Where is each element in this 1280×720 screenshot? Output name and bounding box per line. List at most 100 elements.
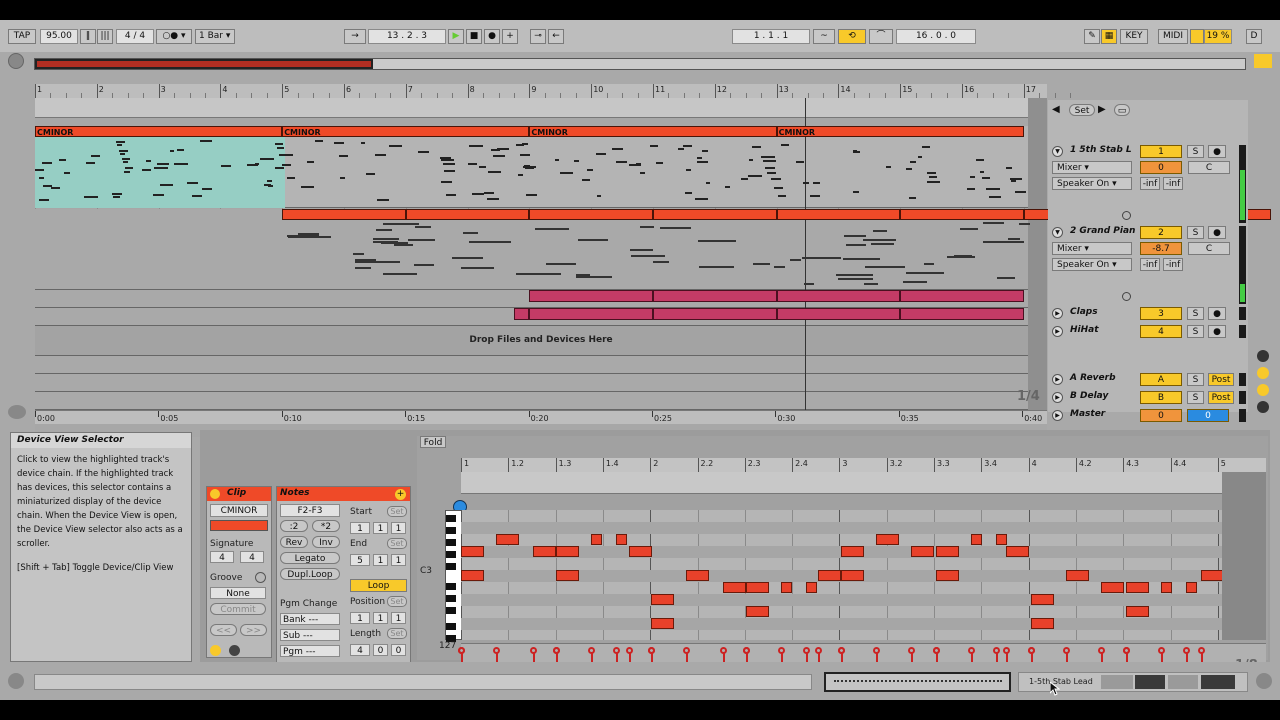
midi-note[interactable]	[629, 546, 652, 557]
midi-note[interactable]	[651, 618, 674, 629]
bar-ruler[interactable]: 1 2 3 4 5 6 7 8 9 10 11 12 13 14 15 16 17	[35, 84, 1072, 98]
play-icon[interactable]: ▶	[448, 29, 464, 44]
groove-field[interactable]: None	[210, 587, 266, 599]
follow-behavior-icon[interactable]: ▭	[1114, 104, 1130, 116]
midi-note[interactable]	[1126, 606, 1149, 617]
locator-prev-icon[interactable]: ◀	[1052, 104, 1066, 116]
velocity-handle[interactable]	[720, 647, 727, 654]
hihat-clip[interactable]	[513, 308, 530, 320]
track-header[interactable]: ▶ HiHat 4 S ●	[1050, 325, 1246, 339]
midi-note[interactable]	[781, 582, 792, 593]
nudge-up-icon[interactable]: |||	[97, 29, 113, 44]
start-set-button[interactable]: Set	[387, 506, 407, 517]
velocity-handle[interactable]	[1123, 647, 1130, 654]
black-key[interactable]	[446, 515, 456, 522]
velocity-handle[interactable]	[933, 647, 940, 654]
punch-in-icon[interactable]: ~	[813, 29, 835, 44]
hihat-clip[interactable]	[776, 308, 901, 320]
velocity-handle[interactable]	[1183, 647, 1190, 654]
bank-field[interactable]: Bank ---	[280, 613, 340, 625]
velocity-handle[interactable]	[1158, 647, 1165, 654]
velocity-handle[interactable]	[458, 647, 465, 654]
master-volume-field[interactable]: 0	[1187, 409, 1229, 422]
detail-overview[interactable]	[824, 672, 1011, 692]
signature-numerator[interactable]: 4	[210, 551, 234, 563]
midi-note[interactable]	[533, 546, 556, 557]
note-grid[interactable]	[461, 510, 1266, 640]
velocity-handle[interactable]	[1198, 647, 1205, 654]
post-fader-button[interactable]: Post	[1208, 373, 1234, 386]
midi-note[interactable]	[876, 534, 899, 545]
velocity-handle[interactable]	[626, 647, 633, 654]
follow-icon[interactable]: →	[344, 29, 366, 44]
computer-keyboard-icon[interactable]: ▦	[1101, 29, 1117, 44]
duplicate-loop-button[interactable]: Dupl.Loop	[280, 568, 340, 580]
solo-button[interactable]: S	[1187, 145, 1204, 158]
commit-groove-button[interactable]: Commit	[210, 603, 266, 615]
notes-add-icon[interactable]: +	[395, 489, 406, 500]
clip-color-chooser[interactable]	[210, 520, 268, 531]
note-range-field[interactable]: F2-F3	[280, 504, 340, 517]
set-locator-button[interactable]: Set	[1069, 104, 1095, 116]
loop-button[interactable]: Loop	[350, 579, 407, 592]
track-volume-field[interactable]: 0	[1140, 161, 1182, 174]
nudge-down-icon[interactable]: ‖	[80, 29, 96, 44]
track-activator-button[interactable]: 2	[1140, 226, 1182, 239]
midi-note[interactable]	[686, 570, 709, 581]
post-fader-button[interactable]: Post	[1208, 391, 1234, 404]
invert-button[interactable]: Inv	[312, 536, 340, 548]
quantize-menu[interactable]: 1 Bar ▾	[195, 29, 235, 44]
overview-toggle-icon[interactable]	[8, 405, 26, 419]
tempo-field[interactable]: 95.00	[40, 29, 78, 44]
track-activator-button[interactable]: 3	[1140, 307, 1182, 320]
hihat-clip[interactable]	[529, 308, 653, 320]
midi-note[interactable]	[746, 582, 769, 593]
midi-note[interactable]	[996, 534, 1007, 545]
solo-button[interactable]: S	[1187, 307, 1204, 320]
loop-switch-icon[interactable]: ⟲	[838, 29, 866, 44]
stop-icon[interactable]: ■	[466, 29, 482, 44]
velocity-handle[interactable]	[648, 647, 655, 654]
start-sixteenth-field[interactable]: 1	[391, 522, 406, 534]
draw-mode-icon[interactable]: ✎	[1084, 29, 1100, 44]
claps-clip[interactable]	[653, 290, 777, 302]
sends-toggle-icon[interactable]	[1257, 367, 1269, 379]
overdub-icon[interactable]: +	[502, 29, 518, 44]
midi-note[interactable]	[1031, 594, 1054, 605]
velocity-handle[interactable]	[803, 647, 810, 654]
solo-button[interactable]: S	[1187, 373, 1204, 386]
solo-button[interactable]: S	[1187, 391, 1204, 404]
midi-note[interactable]	[591, 534, 602, 545]
position-beat-field[interactable]: 1	[373, 612, 388, 624]
drop-zone[interactable]: Drop Files and Devices Here	[35, 326, 1028, 356]
overview-viewport[interactable]	[35, 59, 373, 69]
velocity-handle[interactable]	[908, 647, 915, 654]
track-activator-button[interactable]: 0	[1140, 409, 1182, 422]
midi-note[interactable]	[911, 546, 934, 557]
detail-view-toggle-icon[interactable]	[1256, 673, 1272, 689]
position-sixteenth-field[interactable]: 1	[391, 612, 406, 624]
black-key[interactable]	[446, 595, 456, 602]
midi-note[interactable]	[841, 570, 864, 581]
midi-note[interactable]	[461, 546, 484, 557]
track1-clip[interactable]: CMINOR	[282, 126, 530, 137]
velocity-handle[interactable]	[553, 647, 560, 654]
track-fold-icon[interactable]: ▶	[1052, 308, 1063, 319]
track-header[interactable]: ▶ Master 0 0	[1050, 409, 1246, 423]
track-options-icon[interactable]	[1122, 211, 1131, 220]
track-fold-icon[interactable]: ▶	[1052, 326, 1063, 337]
start-beat-field[interactable]: 1	[373, 522, 388, 534]
arrangement-position-field[interactable]: 13 . 2 . 3	[368, 29, 446, 44]
track1-clip[interactable]: CMINOR	[776, 126, 1024, 137]
claps-clip[interactable]	[900, 290, 1024, 302]
midi-note[interactable]	[936, 546, 959, 557]
track-activator-button[interactable]: B	[1140, 391, 1182, 404]
track-header[interactable]: ▼ 1 5th Stab L 1 S ●	[1050, 145, 1246, 159]
midi-note[interactable]	[746, 606, 769, 617]
track2-clip[interactable]	[900, 209, 1024, 220]
velocity-handle[interactable]	[1003, 647, 1010, 654]
locator-next-icon[interactable]: ▶	[1098, 104, 1112, 116]
track-pan-field[interactable]: C	[1188, 161, 1230, 174]
track-fold-icon[interactable]: ▼	[1052, 227, 1063, 238]
input-type-chooser[interactable]: Mixer ▾	[1052, 161, 1132, 174]
